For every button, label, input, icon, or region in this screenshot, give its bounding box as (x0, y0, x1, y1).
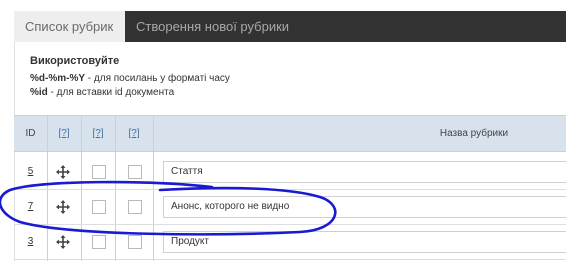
usage-text-id: - для вставки id документа (47, 87, 175, 98)
usage-text-date: - для посилань у форматі часу (85, 73, 230, 84)
col-header-help-3[interactable]: [?] (115, 116, 153, 151)
col-header-help-1[interactable]: [?] (47, 116, 81, 151)
move-arrows-icon[interactable] (56, 200, 70, 214)
tab-create-category[interactable]: Створення нової рубрики (125, 11, 300, 42)
category-name-input[interactable]: Анонс, которого не видно (163, 196, 566, 218)
row-checkbox-2[interactable] (128, 165, 142, 179)
row-checkbox-1[interactable] (92, 200, 106, 214)
table-row: 7 Анонс, которого не видно (14, 190, 566, 225)
row-id-link[interactable]: 5 (14, 155, 47, 189)
category-name-input[interactable]: Продукт (163, 231, 566, 253)
usage-heading: Використовуйте (30, 55, 120, 67)
row-checkbox-2[interactable] (128, 235, 142, 249)
usage-line-id: %id - для вставки id документа (30, 86, 230, 100)
move-arrows-icon[interactable] (56, 165, 70, 179)
col-header-id[interactable]: ID (14, 116, 47, 151)
table-row: 3 Продукт (14, 225, 566, 260)
category-name-input[interactable]: Стаття (163, 161, 566, 183)
row-checkbox-1[interactable] (92, 165, 106, 179)
tab-category-list[interactable]: Список рубрик (14, 11, 125, 42)
row-id-link[interactable]: 7 (14, 190, 47, 224)
usage-info: Використовуйте %d-%m-%Y - для посилань у… (30, 54, 230, 100)
usage-line-date: %d-%m-%Y - для посилань у форматі часу (30, 72, 230, 86)
usage-code-date: %d-%m-%Y (30, 73, 86, 84)
row-id-link[interactable]: 3 (14, 225, 47, 259)
row-checkbox-1[interactable] (92, 235, 106, 249)
usage-code-id: %id (30, 87, 48, 98)
col-header-name[interactable]: Назва рубрики (414, 116, 534, 151)
table-row: 5 Стаття (14, 155, 566, 190)
col-header-help-2[interactable]: [?] (81, 116, 115, 151)
tab-bar: Список рубрик Створення нової рубрики (14, 11, 566, 42)
row-checkbox-2[interactable] (128, 200, 142, 214)
table-header: ID [?] [?] [?] Назва рубрики (14, 115, 566, 152)
move-arrows-icon[interactable] (56, 235, 70, 249)
